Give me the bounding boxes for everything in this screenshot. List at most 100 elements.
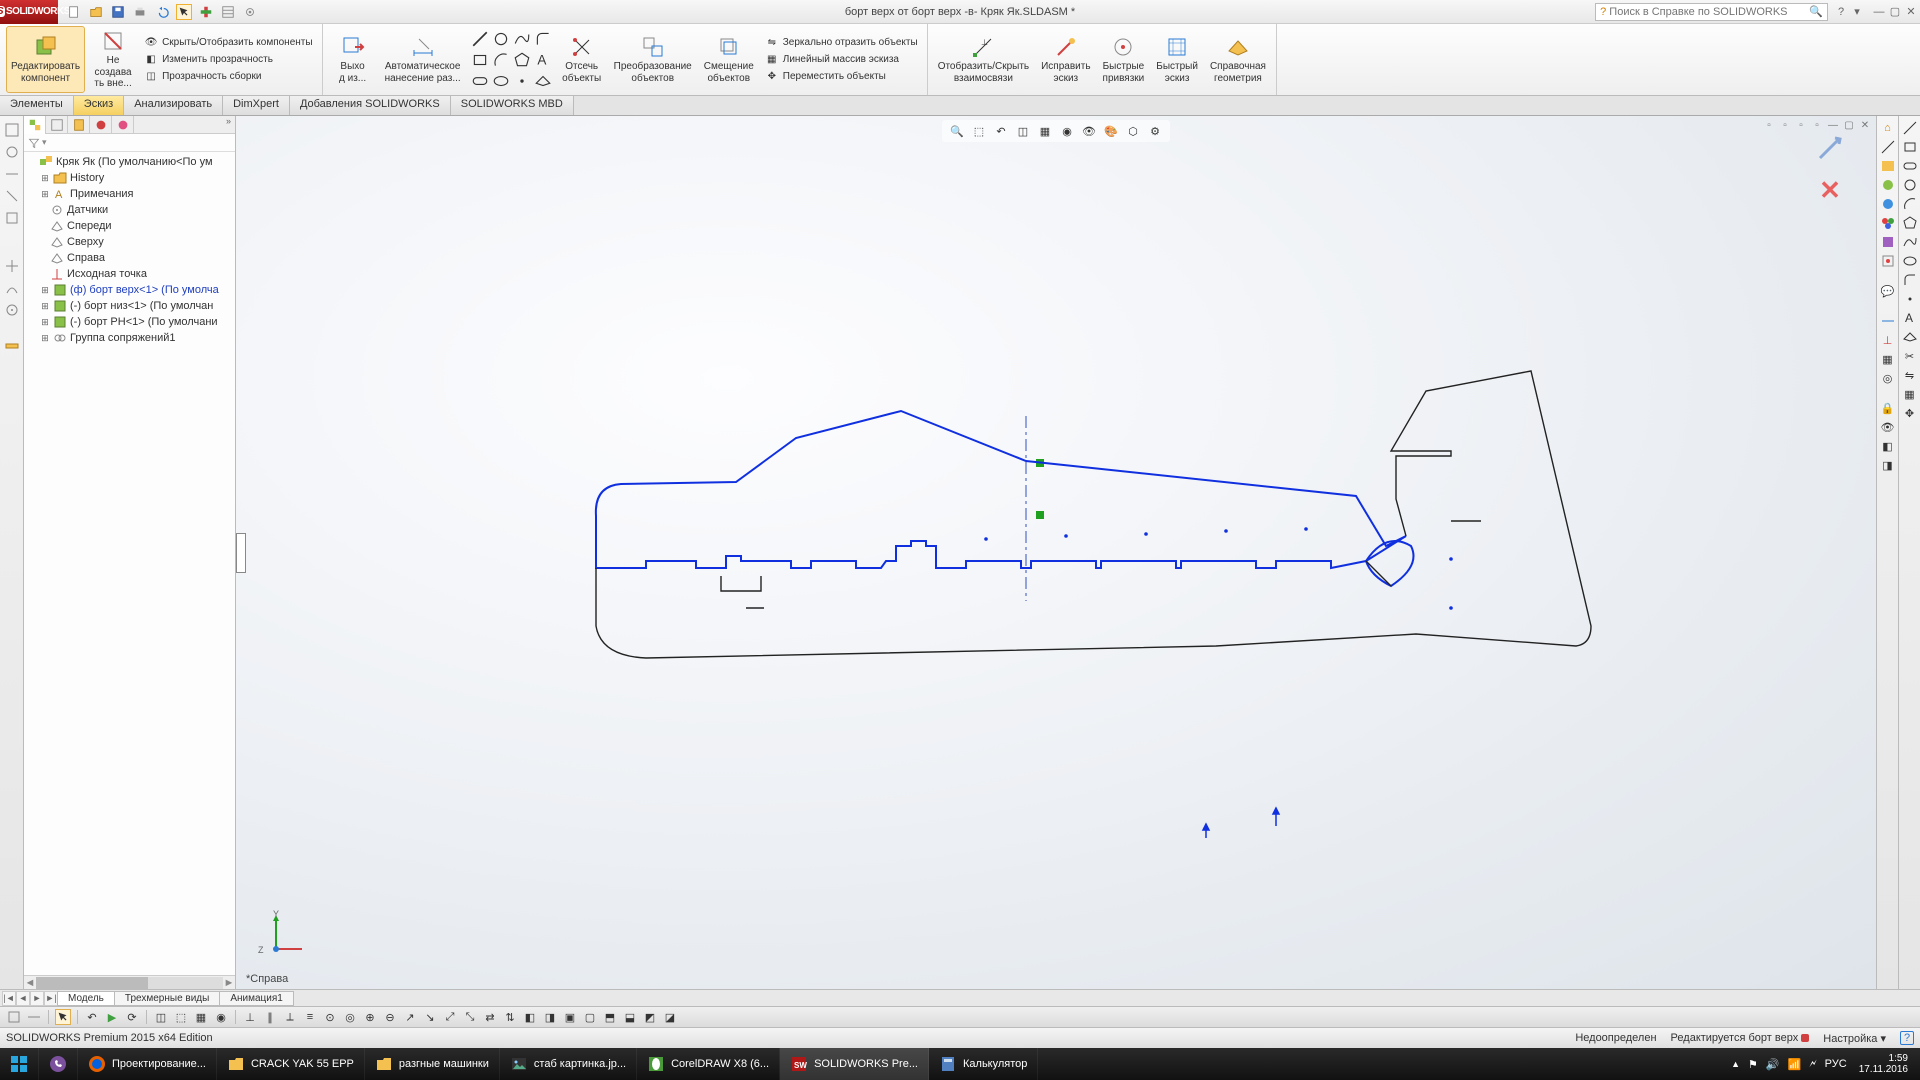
rapid-sketch-button[interactable]: Быстрый эскиз [1152,26,1202,93]
text-tool-icon[interactable]: A [534,51,552,69]
status-help-icon[interactable]: ? [1900,1031,1914,1045]
fm-tab-config[interactable] [68,116,90,134]
help-search-input[interactable] [1609,6,1809,18]
linear-pattern-button[interactable]: ▦Линейный массив эскиза [762,52,921,68]
open-file-icon[interactable] [88,4,104,20]
lb-icon-4[interactable] [4,188,20,204]
rb2-7[interactable] [1902,234,1918,250]
rb1-circle-icon[interactable] [1880,177,1896,193]
rb1-box-icon[interactable] [1880,234,1896,250]
bt-3[interactable]: ↶ [84,1009,100,1025]
bt-19[interactable]: ↘ [422,1009,438,1025]
quick-snaps-button[interactable]: Быстрые привязки [1099,26,1149,93]
assembly-transparency-button[interactable]: ◫Прозрачность сборки [141,69,315,85]
tray-volume-icon[interactable]: 🔊 [1766,1058,1780,1071]
bt-18[interactable]: ↗ [402,1009,418,1025]
tab-features[interactable]: Элементы [0,96,74,115]
help-dropdown[interactable]: ?▾ [1834,5,1864,19]
rb2-11[interactable]: A [1902,310,1918,326]
tab-evaluate[interactable]: Анализировать [124,96,223,115]
edit-component-button[interactable]: Редактировать компонент [6,26,85,93]
tree-part2[interactable]: ⊞(-) борт низ<1> (По умолчан [26,298,233,314]
bt-24[interactable]: ◧ [522,1009,538,1025]
arc-tool-icon[interactable] [492,51,510,69]
bt-17[interactable]: ⊖ [382,1009,398,1025]
rb1-decal-icon[interactable] [1880,253,1896,269]
bt-cursor-icon[interactable] [55,1009,71,1025]
bt-4[interactable]: ▶ [104,1009,120,1025]
rb2-12[interactable] [1902,329,1918,345]
viewtab-model[interactable]: Модель [57,991,115,1006]
tray-clock[interactable]: 1:59 17.11.2016 [1855,1053,1912,1075]
vt-first[interactable]: |◄ [2,991,16,1006]
settings-icon[interactable] [242,4,258,20]
rb1-home-icon[interactable]: ⌂ [1880,120,1896,136]
task-folder1[interactable]: CRACK YAK 55 EPP [217,1048,365,1080]
fm-tab-property[interactable] [46,116,68,134]
task-viber[interactable] [39,1048,78,1080]
rb2-10[interactable] [1902,291,1918,307]
task-corel[interactable]: CorelDRAW X8 (6... [637,1048,780,1080]
reference-geometry-button[interactable]: Справочная геометрия [1206,26,1270,93]
bt-1[interactable] [6,1009,22,1025]
tray-lang[interactable]: РУС [1825,1058,1847,1070]
trim-button[interactable]: Отсечь объекты [558,26,606,93]
options-icon[interactable] [220,4,236,20]
feature-tree[interactable]: Кряк Як (По умолчанию<По ум ⊞History ⊞AП… [24,152,235,975]
fm-tab-dimxpert[interactable] [90,116,112,134]
maximize-icon[interactable]: ▢ [1888,5,1902,19]
rb2-16[interactable]: ✥ [1902,405,1918,421]
no-external-button[interactable]: Не создава ть вне... [89,26,137,93]
tree-part3[interactable]: ⊞(-) борт РН<1> (По умолчани [26,314,233,330]
task-image[interactable]: стаб картинка.jp... [500,1048,637,1080]
display-relations-button[interactable]: ⊥ Отобразить/Скрыть взаимосвязи [934,26,1033,93]
spline-tool-icon[interactable] [513,30,531,48]
fm-tab-display[interactable] [112,116,134,134]
fillet-tool-icon[interactable] [534,30,552,48]
bt-10[interactable]: ⊥ [242,1009,258,1025]
bt-9[interactable]: ◉ [213,1009,229,1025]
tree-part1[interactable]: ⊞(ф) борт верх<1> (По умолча [26,282,233,298]
circle-tool-icon[interactable] [492,30,510,48]
tree-horizontal-scrollbar[interactable]: ◄ ► [24,975,235,989]
rb2-9[interactable] [1902,272,1918,288]
bt-29[interactable]: ⬓ [622,1009,638,1025]
lb-icon-2[interactable] [4,144,20,160]
move-entities-button[interactable]: ✥Переместить объекты [762,69,921,85]
rb1-rel-icon[interactable]: ⊥ [1880,332,1896,348]
tray-up-icon[interactable]: ▲ [1731,1059,1740,1069]
bt-16[interactable]: ⊕ [362,1009,378,1025]
bt-31[interactable]: ◪ [662,1009,678,1025]
tree-filter-bar[interactable]: ▾ [24,134,235,152]
viewtab-animation[interactable]: Анимация1 [219,991,294,1006]
fm-tabs-overflow[interactable]: » [222,116,235,133]
tab-addins[interactable]: Добавления SOLIDWORKS [290,96,451,115]
rb2-6[interactable] [1902,215,1918,231]
bt-11[interactable]: ∥ [262,1009,278,1025]
rb1-sphere-icon[interactable] [1880,196,1896,212]
bt-2[interactable] [26,1009,42,1025]
task-calculator[interactable]: Калькулятор [929,1048,1038,1080]
bt-26[interactable]: ▣ [562,1009,578,1025]
bt-7[interactable]: ⬚ [173,1009,189,1025]
undo-icon[interactable] [154,4,170,20]
vt-last[interactable]: ►| [44,991,58,1006]
offset-entities-button[interactable]: Смещение объектов [700,26,758,93]
rb2-15[interactable]: ▦ [1902,386,1918,402]
print-icon[interactable] [132,4,148,20]
rb1-rect-icon[interactable] [1880,158,1896,174]
task-solidworks[interactable]: SWSOLIDWORKS Pre... [780,1048,929,1080]
bt-14[interactable]: ⊙ [322,1009,338,1025]
bt-23[interactable]: ⇅ [502,1009,518,1025]
help-search[interactable]: ? 🔍 [1595,3,1828,21]
point-tool-icon[interactable] [513,72,531,90]
tree-root[interactable]: Кряк Як (По умолчанию<По ум [26,154,233,170]
lb-icon-8[interactable] [4,302,20,318]
lb-icon-5[interactable] [4,210,20,226]
lb-icon-6[interactable] [4,258,20,274]
bt-27[interactable]: ▢ [582,1009,598,1025]
rb1-lock-icon[interactable]: 🔒 [1880,400,1896,416]
rb2-3[interactable] [1902,158,1918,174]
tray-battery-icon[interactable]: 🗲 [1809,1058,1816,1071]
search-icon[interactable]: 🔍 [1809,5,1823,18]
